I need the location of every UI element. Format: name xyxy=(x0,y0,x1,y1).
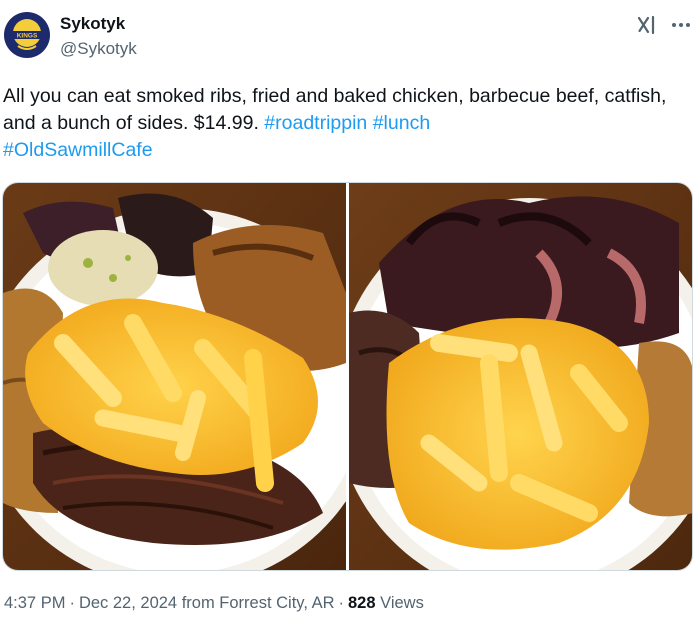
avatar-logo: KINGS xyxy=(5,13,49,57)
svg-text:KINGS: KINGS xyxy=(17,33,38,40)
author-handle[interactable]: @Sykotyk xyxy=(60,39,137,59)
author-avatar[interactable]: KINGS xyxy=(4,12,50,58)
more-options-icon[interactable] xyxy=(670,15,692,35)
tweet-text: All you can eat smoked ribs, fried and b… xyxy=(3,83,683,164)
hashtag-roadtrippin[interactable]: #roadtrippin xyxy=(264,112,367,134)
tweet: KINGS Sykotyk @Sykotyk All you can eat s… xyxy=(0,0,700,618)
photo-plate-left[interactable] xyxy=(3,183,346,570)
author-display-name[interactable]: Sykotyk xyxy=(60,14,125,34)
photo-plate-right[interactable] xyxy=(349,183,692,570)
views-label: Views xyxy=(380,594,424,612)
post-location[interactable]: from Forrest City, AR xyxy=(182,594,335,612)
grok-icon[interactable] xyxy=(637,15,657,35)
meta-separator: · xyxy=(338,594,345,612)
post-time[interactable]: 4:37 PM xyxy=(4,594,65,612)
meta-separator: · xyxy=(69,594,75,612)
hashtag-oldsawmillcafe[interactable]: #OldSawmillCafe xyxy=(3,139,153,161)
post-date[interactable]: Dec 22, 2024 xyxy=(79,594,177,612)
tweet-meta: 4:37 PM · Dec 22, 2024 from Forrest City, … xyxy=(4,593,424,613)
views-count[interactable]: 828 xyxy=(348,594,376,612)
media-grid xyxy=(2,182,693,571)
hashtag-lunch[interactable]: #lunch xyxy=(373,112,430,134)
